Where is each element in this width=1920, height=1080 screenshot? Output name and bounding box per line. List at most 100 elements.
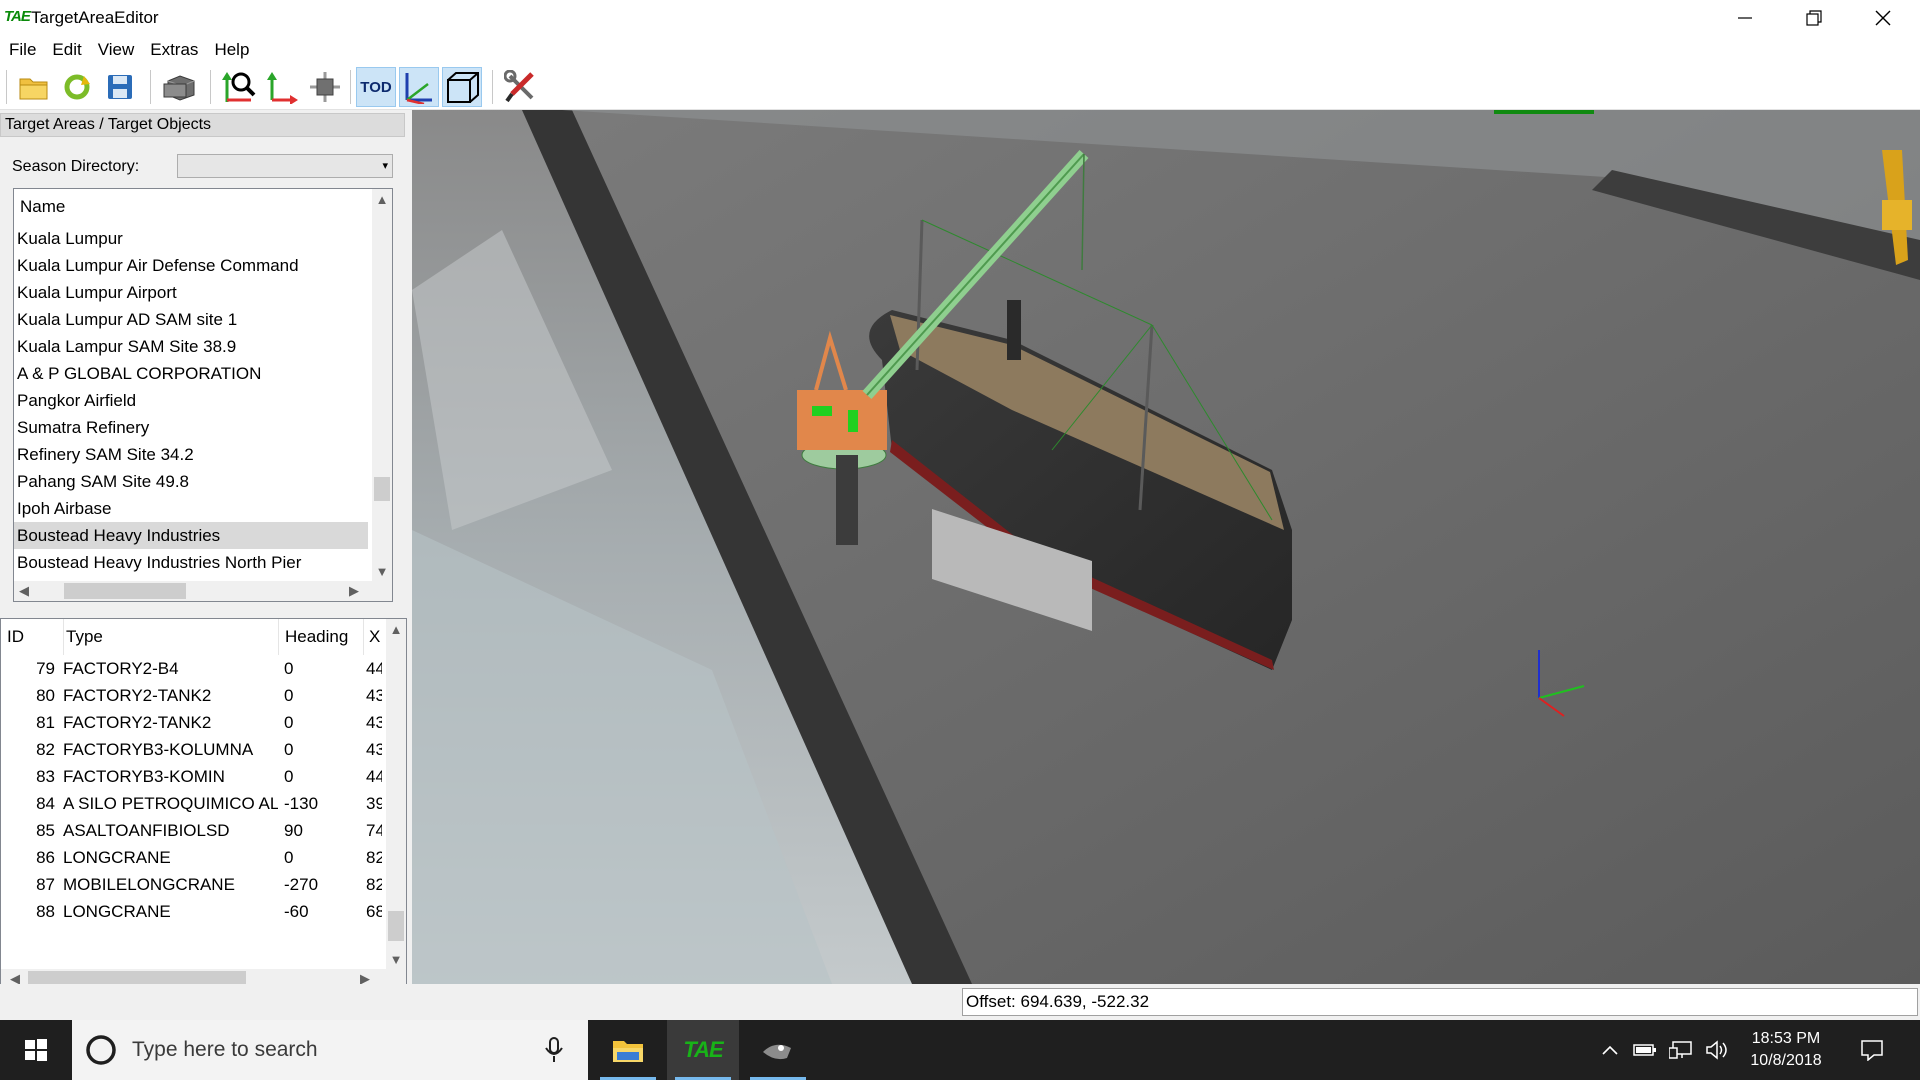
save-button[interactable] (100, 67, 140, 107)
table-row[interactable]: 88 LONGCRANE -60 68 (1, 898, 386, 925)
list-item[interactable]: Kuala Lumpur Airport (14, 279, 368, 306)
list-item[interactable]: Boustead Heavy Industries North Pier (14, 549, 368, 576)
cell-id: 85 (36, 820, 55, 840)
table-row[interactable]: 80 FACTORY2-TANK2 0 43 (1, 682, 386, 709)
reload-button[interactable] (57, 67, 97, 107)
cortana-icon (86, 1035, 116, 1065)
id-column-header[interactable]: ID (7, 619, 57, 655)
move-axis-icon (267, 72, 298, 104)
3d-viewport[interactable] (412, 110, 1920, 984)
table-row[interactable]: 83 FACTORYB3-KOMIN 0 44 (1, 763, 386, 790)
areas-horizontal-scrollbar[interactable]: ◀ ▶ (14, 581, 392, 601)
tray-overflow-button[interactable] (1597, 1020, 1623, 1080)
network-button[interactable] (1666, 1020, 1696, 1080)
clock-date: 10/8/2018 (1750, 1052, 1822, 1069)
find-object-button[interactable] (219, 67, 259, 107)
menu-help[interactable]: Help (206, 40, 257, 60)
name-column-header[interactable]: Name (14, 189, 368, 225)
start-button[interactable] (0, 1020, 72, 1080)
menu-file[interactable]: File (1, 40, 44, 60)
table-row[interactable]: 86 LONGCRANE 0 82 (1, 844, 386, 871)
list-item[interactable]: Refinery SAM Site 34.2 (14, 441, 368, 468)
scroll-thumb[interactable] (388, 911, 404, 941)
list-item[interactable]: Ipoh Airbase (14, 495, 368, 522)
table-row[interactable]: 87 MOBILELONGCRANE -270 82 (1, 871, 386, 898)
target-areas-list[interactable]: Name Kuala Lumpur Kuala Lumpur Air Defens… (13, 188, 393, 602)
cell-id: 87 (36, 874, 55, 894)
tools-icon (504, 70, 534, 103)
cell-type: A SILO PETROQUIMICO AL (63, 793, 278, 813)
cell-x: 43 (366, 739, 382, 759)
microphone-icon[interactable] (544, 1036, 564, 1064)
scroll-up-arrow-icon[interactable]: ▲ (372, 189, 392, 209)
media-app-button[interactable] (742, 1020, 814, 1080)
cell-x: 82 (366, 874, 382, 894)
list-item[interactable]: Pangkor Airfield (14, 387, 368, 414)
heading-column-header[interactable]: Heading (278, 619, 364, 655)
layers-button[interactable] (159, 67, 199, 107)
panel-title: Target Areas / Target Objects (0, 113, 405, 137)
list-item[interactable]: Kuala Lampur SAM Site 38.9 (14, 333, 368, 360)
list-item[interactable]: Kuala Lumpur Air Defense Command (14, 252, 368, 279)
menu-extras[interactable]: Extras (142, 40, 206, 60)
list-item[interactable]: Kuala Lumpur (14, 225, 368, 252)
snap-object-button[interactable] (305, 67, 345, 107)
cell-x: 74 (366, 820, 382, 840)
cell-x: 44 (366, 658, 382, 678)
table-row[interactable]: 81 FACTORY2-TANK2 0 43 (1, 709, 386, 736)
menu-view[interactable]: View (90, 40, 143, 60)
cell-type: ASALTOANFIBIOLSD (63, 820, 230, 840)
tools-button[interactable] (501, 67, 541, 107)
cell-type: FACTORY2-TANK2 (63, 685, 212, 705)
axis-view-button[interactable] (399, 67, 439, 107)
open-button[interactable] (14, 67, 54, 107)
cell-heading: 0 (284, 739, 294, 759)
cell-id: 83 (36, 766, 55, 786)
clock[interactable]: 18:53 PM 10/8/2018 (1736, 1020, 1836, 1080)
menu-edit[interactable]: Edit (44, 40, 89, 60)
x-column-header[interactable]: X (363, 619, 386, 655)
list-item[interactable]: Kuala Lumpur AD SAM site 1 (14, 306, 368, 333)
areas-vertical-scrollbar[interactable]: ▲ ▼ (372, 189, 392, 581)
list-item[interactable]: A & P GLOBAL CORPORATION (14, 360, 368, 387)
scene-render (412, 110, 1920, 984)
restore-button[interactable] (1779, 0, 1848, 36)
objects-vertical-scrollbar[interactable]: ▲ ▼ (386, 619, 406, 969)
move-axis-button[interactable] (262, 67, 302, 107)
tod-toggle[interactable]: TOD (356, 67, 396, 107)
media-app-icon (763, 1044, 791, 1060)
scroll-up-arrow-icon[interactable]: ▲ (386, 619, 406, 639)
close-button[interactable] (1848, 0, 1917, 36)
cell-heading: 0 (284, 712, 294, 732)
type-column-header[interactable]: Type (63, 619, 273, 655)
box-view-button[interactable] (442, 67, 482, 107)
target-objects-table[interactable]: ID Type Heading X 79 FACTORY2-B4 0 44 80 FACT… (0, 618, 407, 992)
file-explorer-button[interactable] (592, 1020, 664, 1080)
list-item[interactable]: Boustead Heavy Industries (14, 522, 368, 549)
minimize-button[interactable] (1710, 0, 1779, 36)
menu-bar: File Edit View Extras Help (0, 36, 1920, 64)
cell-heading: -130 (284, 793, 319, 813)
battery-button[interactable] (1630, 1020, 1660, 1080)
scroll-down-arrow-icon[interactable]: ▼ (372, 561, 392, 581)
table-row[interactable]: 85 ASALTOANFIBIOLSD 90 74 (1, 817, 386, 844)
season-directory-select[interactable]: ▾ (177, 154, 393, 178)
scroll-left-arrow-icon[interactable]: ◀ (14, 581, 34, 601)
scroll-thumb[interactable] (374, 477, 390, 501)
volume-button[interactable] (1702, 1020, 1732, 1080)
table-row[interactable]: 84 A SILO PETROQUIMICO AL -130 39 (1, 790, 386, 817)
table-row[interactable]: 82 FACTORYB3-KOLUMNA 0 43 (1, 736, 386, 763)
taskbar-search-box[interactable]: Type here to search (72, 1020, 588, 1080)
list-item[interactable]: Sumatra Refinery (14, 414, 368, 441)
tae-app-button[interactable]: TAE (667, 1020, 739, 1080)
tae-app-logo: TAE (683, 1037, 723, 1062)
cell-heading: 0 (284, 685, 294, 705)
list-item[interactable]: Pahang SAM Site 49.8 (14, 468, 368, 495)
action-center-button[interactable] (1848, 1020, 1896, 1080)
table-row[interactable]: 79 FACTORY2-B4 0 44 (1, 655, 386, 682)
cell-id: 79 (36, 658, 55, 678)
target-panel: Target Areas / Target Objects Season Dir… (0, 110, 407, 992)
scroll-thumb[interactable] (64, 583, 186, 599)
scroll-right-arrow-icon[interactable]: ▶ (344, 581, 364, 601)
scroll-down-arrow-icon[interactable]: ▼ (386, 949, 406, 969)
